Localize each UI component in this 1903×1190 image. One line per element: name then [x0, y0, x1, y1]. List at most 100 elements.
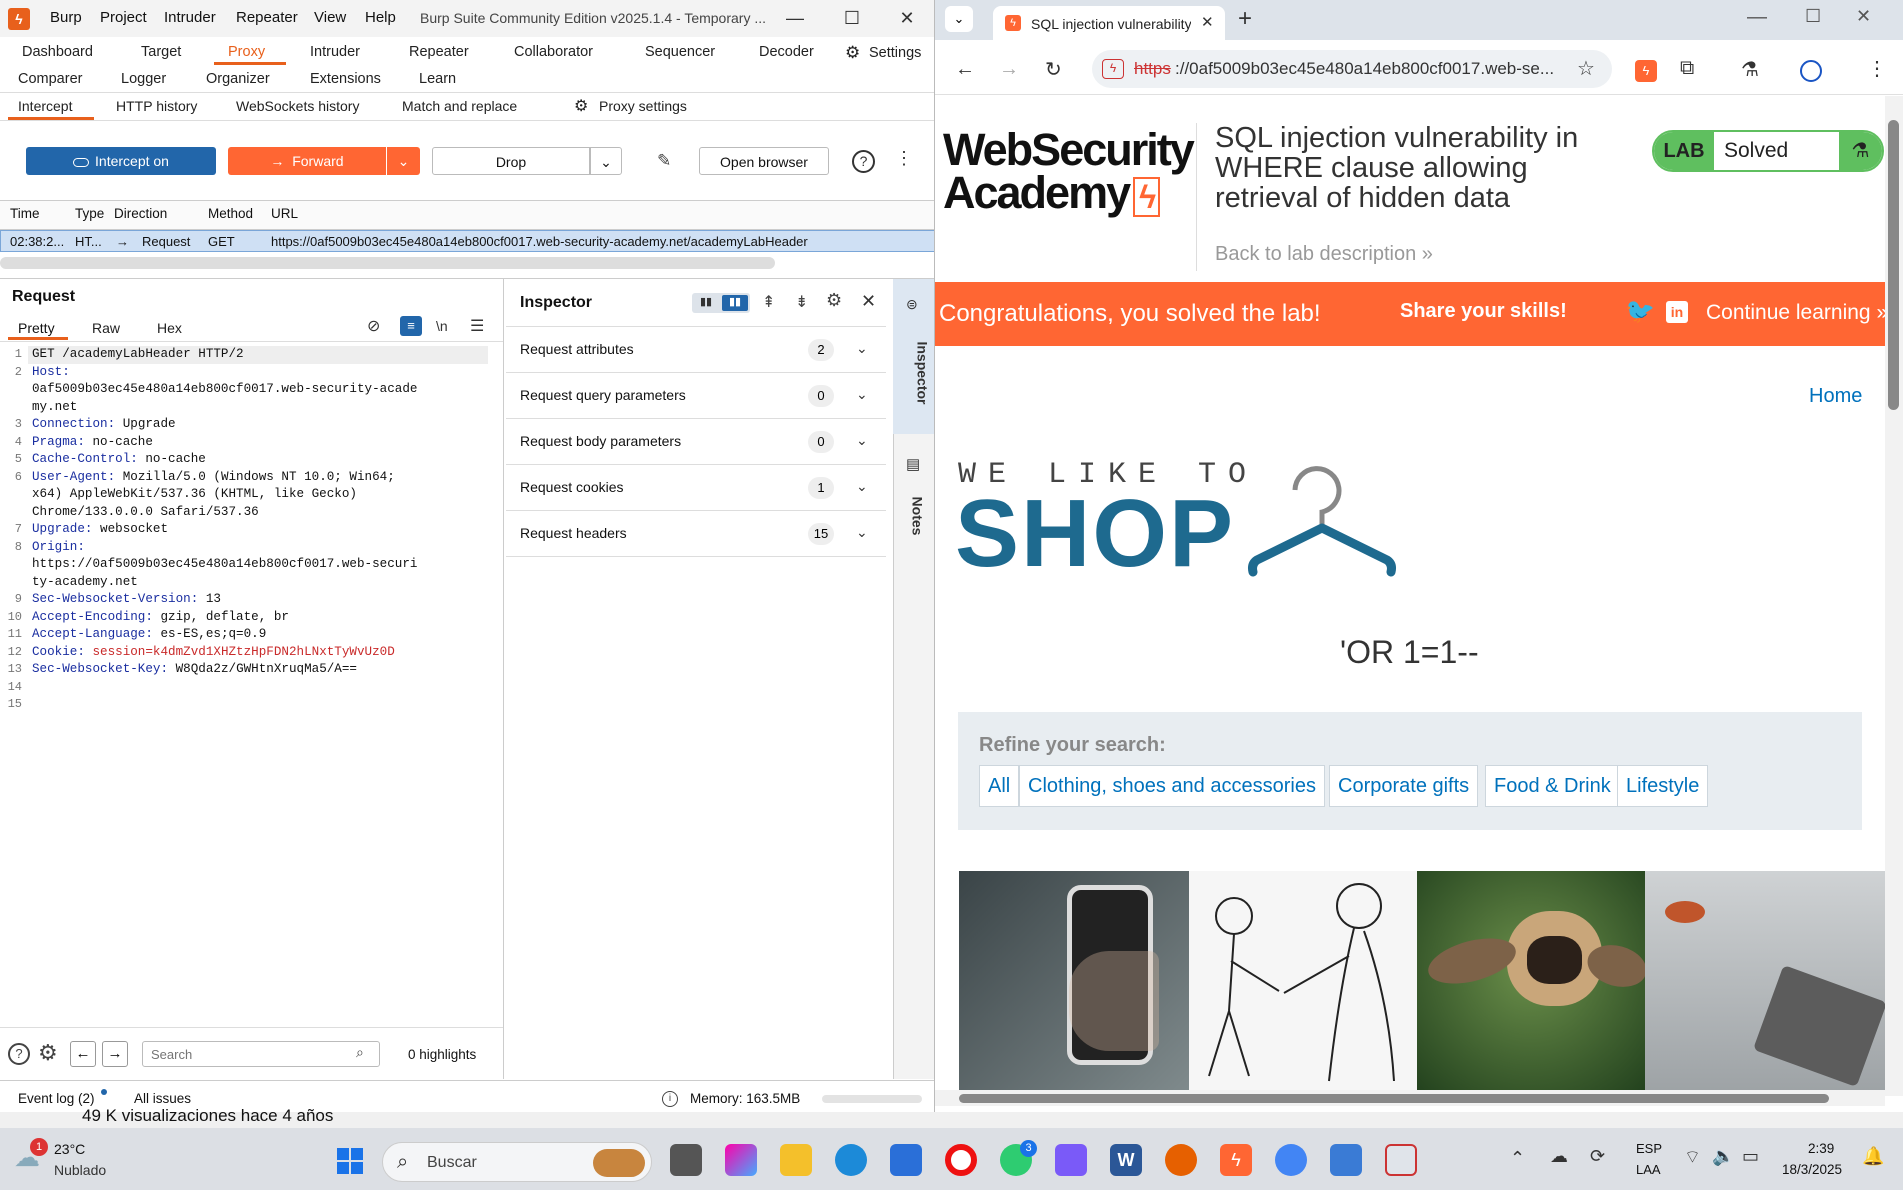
sync-icon[interactable]: ⟳ — [1590, 1146, 1605, 1167]
side-tab-notes-label[interactable]: Notes — [909, 497, 925, 536]
store-icon[interactable] — [890, 1144, 922, 1176]
chrome-icon[interactable] — [1275, 1144, 1307, 1176]
tab-decoder[interactable]: Decoder — [759, 44, 814, 60]
menu-repeater[interactable]: Repeater — [236, 9, 298, 26]
file-explorer-icon[interactable] — [780, 1144, 812, 1176]
all-issues-link[interactable]: All issues — [134, 1091, 191, 1106]
settings-button[interactable]: Settings — [869, 45, 921, 61]
proxy-settings-gear-icon[interactable]: ⚙ — [574, 96, 588, 116]
help-icon[interactable]: ? — [852, 150, 875, 173]
tab-proxy[interactable]: Proxy — [228, 44, 265, 60]
tab-search-chevron-icon[interactable]: ⌄ — [945, 6, 973, 32]
category-all[interactable]: All — [979, 765, 1020, 807]
lang-primary[interactable]: ESP — [1636, 1141, 1662, 1156]
tab-target[interactable]: Target — [141, 44, 181, 60]
maximize-icon[interactable]: ☐ — [832, 5, 872, 31]
tab-repeater[interactable]: Repeater — [409, 44, 469, 60]
inspector-row[interactable]: Request body parameters 0 ⌄ — [506, 419, 886, 465]
bookmark-star-icon[interactable]: ☆ — [1577, 56, 1595, 81]
extensions-puzzle-icon[interactable]: ⧉ — [1680, 57, 1694, 80]
opera-icon[interactable] — [945, 1144, 977, 1176]
taskbar-search[interactable]: ⌕ Buscar — [382, 1142, 652, 1182]
request-editor[interactable]: 1 GET /academyLabHeader HTTP/2 2 Host: 0af50… — [4, 346, 499, 726]
view-raw[interactable]: Raw — [92, 320, 120, 336]
wifi-icon[interactable]: ⌔ — [1684, 1146, 1701, 1169]
tab-close-icon[interactable]: ✕ — [1201, 13, 1214, 31]
close-icon[interactable]: ✕ — [887, 5, 927, 31]
category-corporate-gifts[interactable]: Corporate gifts — [1329, 765, 1479, 807]
battery-icon[interactable]: ▭ — [1742, 1146, 1759, 1167]
browser-maximize-icon[interactable]: ☐ — [1805, 6, 1821, 27]
inspector-row[interactable]: Request attributes 2 ⌄ — [506, 327, 886, 373]
vpn-icon[interactable] — [1055, 1144, 1087, 1176]
layout-single-icon[interactable]: ▮▮ — [694, 295, 718, 311]
proxy-settings-button[interactable]: Proxy settings — [599, 98, 687, 114]
labs-flask-icon[interactable]: ⚗ — [1741, 57, 1759, 82]
forward-arrow-icon[interactable]: → — [999, 58, 1019, 81]
search-settings-gear-icon[interactable]: ⚙ — [38, 1040, 58, 1066]
menu-burp[interactable]: Burp — [50, 9, 82, 26]
weather-desc[interactable]: Nublado — [54, 1162, 106, 1178]
burp-taskbar-icon[interactable]: ϟ — [1220, 1144, 1252, 1176]
drop-dropdown-chevron-icon[interactable]: ⌄ — [590, 147, 622, 175]
reload-icon[interactable]: ↻ — [1045, 57, 1062, 82]
tab-collaborator[interactable]: Collaborator — [514, 44, 593, 60]
chevron-down-icon[interactable]: ⌄ — [856, 386, 868, 403]
layout-split-icon[interactable]: ▮▮ — [722, 295, 748, 311]
home-link[interactable]: Home — [1809, 385, 1862, 408]
tab-comparer[interactable]: Comparer — [18, 71, 82, 87]
horizontal-scroll-thumb[interactable] — [959, 1094, 1829, 1103]
edit-pencil-icon[interactable]: ✎ — [657, 151, 671, 171]
profile-avatar-icon[interactable] — [1800, 60, 1822, 82]
intercept-toggle-button[interactable]: Intercept on — [26, 147, 216, 175]
event-log-link[interactable]: Event log (2) — [18, 1091, 95, 1106]
linkedin-icon[interactable]: in — [1666, 301, 1688, 323]
col-time[interactable]: Time — [10, 206, 40, 221]
clock-time[interactable]: 2:39 — [1808, 1141, 1834, 1156]
menu-project[interactable]: Project — [100, 9, 147, 26]
col-method[interactable]: Method — [208, 206, 253, 221]
twitter-icon[interactable]: 🐦 — [1625, 297, 1655, 326]
col-type[interactable]: Type — [75, 206, 104, 221]
forward-button[interactable]: → Forward — [228, 147, 386, 175]
help-icon[interactable]: ? — [8, 1043, 30, 1065]
wrap-lines-icon[interactable]: ≡ — [400, 316, 422, 336]
photos-icon[interactable] — [1330, 1144, 1362, 1176]
view-hex[interactable]: Hex — [157, 320, 182, 336]
product-image-pug[interactable] — [1417, 871, 1652, 1090]
open-browser-button[interactable]: Open browser — [699, 147, 829, 175]
col-direction[interactable]: Direction — [114, 206, 167, 221]
category-lifestyle[interactable]: Lifestyle — [1617, 765, 1709, 807]
copilot-icon[interactable] — [725, 1144, 757, 1176]
drop-button[interactable]: Drop — [432, 147, 590, 175]
product-image-teabag[interactable] — [1645, 871, 1888, 1090]
word-icon[interactable]: W — [1110, 1144, 1142, 1176]
tab-sequencer[interactable]: Sequencer — [645, 44, 715, 60]
new-tab-plus-icon[interactable]: + — [1238, 5, 1252, 33]
subtab-websockets-history[interactable]: WebSockets history — [236, 98, 359, 114]
minimize-icon[interactable]: — — [775, 5, 815, 31]
chevron-down-icon[interactable]: ⌄ — [856, 432, 868, 449]
tab-intruder[interactable]: Intruder — [310, 44, 360, 60]
chevron-down-icon[interactable]: ⌄ — [856, 340, 868, 357]
subtab-match-replace[interactable]: Match and replace — [402, 98, 517, 114]
back-arrow-icon[interactable]: ← — [955, 58, 975, 81]
collapse-all-icon[interactable]: ⇟ — [795, 292, 808, 312]
back-to-lab-link[interactable]: Back to lab description » — [1215, 243, 1433, 266]
chrome-menu-icon[interactable]: ⋮ — [1867, 56, 1887, 81]
lang-secondary[interactable]: LAA — [1636, 1162, 1661, 1177]
hide-eye-icon[interactable]: ⊘ — [367, 316, 380, 336]
inspector-row[interactable]: Request cookies 1 ⌄ — [506, 465, 886, 511]
prev-arrow-icon[interactable]: ← — [70, 1041, 96, 1067]
menu-view[interactable]: View — [314, 9, 346, 26]
volume-icon[interactable]: 🔈 — [1712, 1146, 1734, 1167]
tab-extensions[interactable]: Extensions — [310, 71, 381, 87]
expand-all-icon[interactable]: ⇞ — [762, 292, 775, 312]
category-clothing[interactable]: Clothing, shoes and accessories — [1019, 765, 1325, 807]
not-secure-icon[interactable]: ϟ — [1102, 59, 1124, 79]
chevron-down-icon[interactable]: ⌄ — [856, 524, 868, 541]
subtab-intercept[interactable]: Intercept — [18, 98, 72, 114]
snipping-tool-icon[interactable] — [1385, 1144, 1417, 1176]
browser-minimize-icon[interactable]: — — [1747, 6, 1767, 29]
search-input[interactable] — [142, 1041, 380, 1067]
